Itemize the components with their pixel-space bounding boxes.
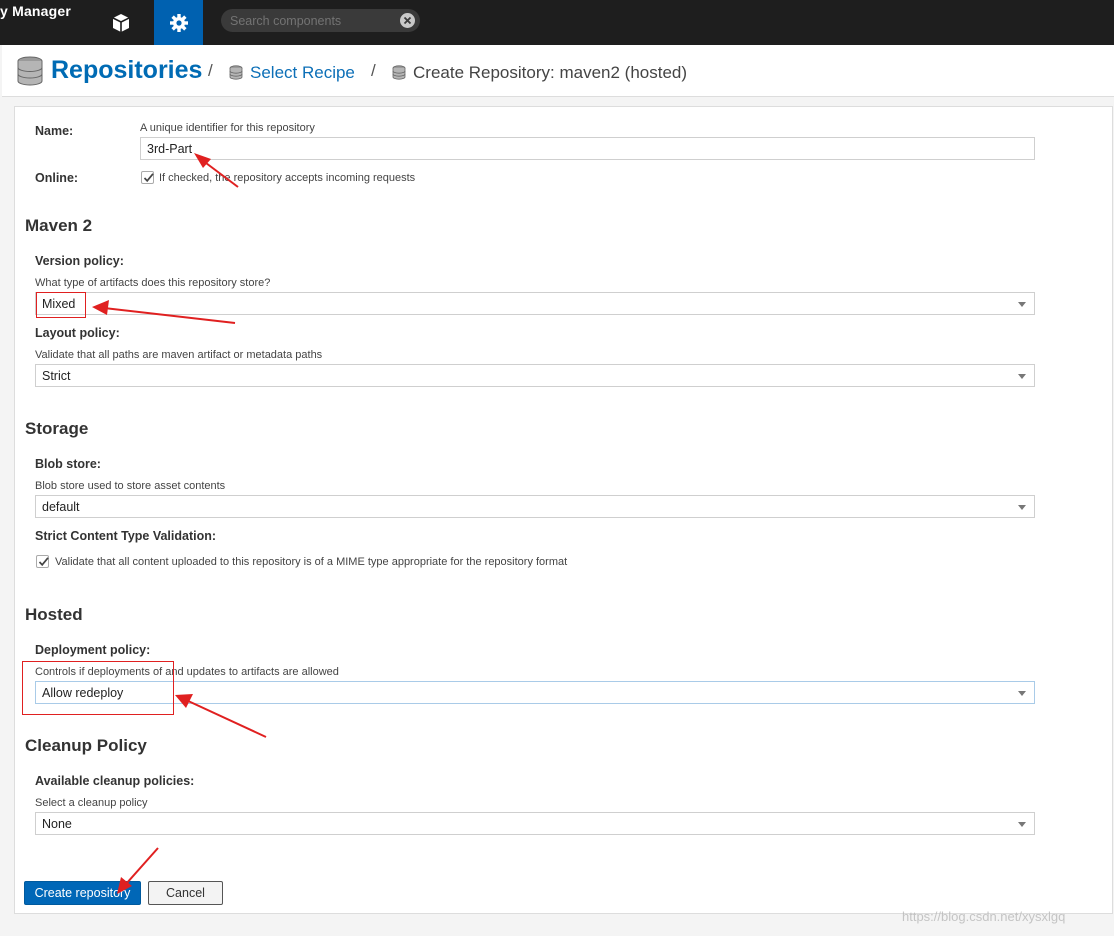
chevron-down-icon [1018,302,1026,307]
cleanup-available-label: Available cleanup policies: [35,774,195,788]
breadcrumb-separator: / [208,61,213,80]
check-icon [38,557,49,567]
maven-heading: Maven 2 [25,216,93,235]
layout-policy-help: Validate that all paths are maven artifa… [35,349,323,361]
page-title[interactable]: Repositories [51,56,202,85]
database-icon [229,65,243,80]
app-name: y Manager [0,3,72,19]
database-icon [17,56,43,86]
version-policy-help: What type of artifacts does this reposit… [35,277,271,289]
online-label: Online: [35,171,79,185]
blob-store-value: default [42,500,80,514]
version-policy-select[interactable]: Mixed [35,292,1035,315]
hosted-heading: Hosted [25,605,83,624]
strict-content-label: Strict Content Type Validation: [35,529,217,543]
layout-policy-value: Strict [42,369,71,383]
cube-icon [112,13,129,32]
browse-button[interactable] [98,0,143,45]
check-icon [143,173,154,183]
breadcrumb-current: Create Repository: maven2 (hosted) [413,63,688,82]
create-repository-button[interactable]: Create repository [24,881,141,905]
online-checkbox[interactable] [141,171,154,184]
version-policy-label: Version policy: [35,254,124,268]
cleanup-policy-value: None [42,817,72,831]
blob-store-select[interactable]: default [35,495,1035,518]
cancel-button[interactable]: Cancel [148,881,223,905]
watermark: https://blog.csdn.net/xysxlgq [902,909,1066,924]
chevron-down-icon [1018,691,1026,696]
breadcrumb: Repositories / Select Recipe / Create Re… [2,45,1114,97]
search-box [221,9,420,32]
layout-policy-label: Layout policy: [35,326,120,340]
admin-button[interactable] [154,0,203,45]
strict-content-help: Validate that all content uploaded to th… [55,556,568,568]
blob-store-label: Blob store: [35,457,101,471]
chevron-down-icon [1018,822,1026,827]
chevron-down-icon [1018,374,1026,379]
cleanup-policy-select[interactable]: None [35,812,1035,835]
cleanup-available-help: Select a cleanup policy [35,797,148,809]
annotation-box [22,661,174,715]
online-help: If checked, the repository accepts incom… [159,172,416,184]
storage-heading: Storage [25,419,89,438]
close-circle-icon[interactable] [400,13,415,28]
name-label: Name: [35,124,74,138]
top-bar: y Manager [0,0,1114,45]
database-icon [392,65,406,80]
name-value: 3rd-Part [147,142,193,156]
annotation-box [36,292,86,318]
cleanup-heading: Cleanup Policy [25,736,147,755]
search-input[interactable] [230,11,400,30]
chevron-down-icon [1018,505,1026,510]
blob-store-help: Blob store used to store asset contents [35,480,226,492]
name-field[interactable]: 3rd-Part [140,137,1035,160]
deployment-policy-select[interactable]: Allow redeploy [35,681,1035,704]
name-help: A unique identifier for this repository [140,122,315,134]
strict-content-checkbox[interactable] [36,555,49,568]
deployment-policy-label: Deployment policy: [35,643,151,657]
breadcrumb-separator: / [371,61,376,80]
gear-icon [169,13,188,32]
layout-policy-select[interactable]: Strict [35,364,1035,387]
breadcrumb-link-select-recipe[interactable]: Select Recipe [250,63,355,83]
